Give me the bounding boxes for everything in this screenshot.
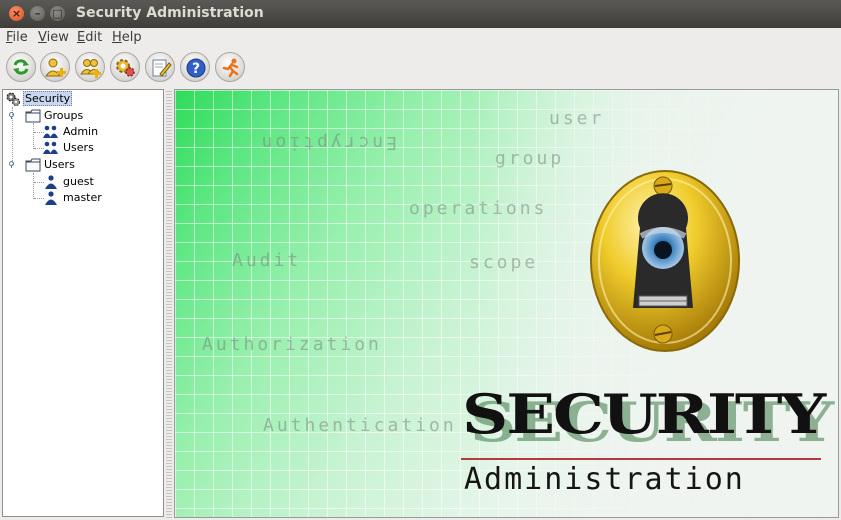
tree-label: guest (63, 175, 94, 188)
menu-help[interactable]: Help (112, 30, 142, 45)
banner-word: Encryption (258, 132, 397, 153)
banner-word: Authentication (263, 415, 457, 436)
collapse-toggle-icon[interactable] (8, 112, 15, 119)
tree-node-security[interactable]: Security (5, 91, 95, 107)
window-title: Security Administration (76, 5, 264, 21)
help-icon: ? (186, 58, 206, 78)
banner-word: Audit (232, 250, 302, 271)
tree-label: master (63, 191, 102, 204)
tree-label: Users (63, 141, 94, 154)
security-tree[interactable]: Security Groups Admin Users Users guest … (2, 89, 164, 517)
menu-mnemonic: H (112, 30, 122, 45)
close-button[interactable]: × (9, 6, 24, 21)
edit-properties-icon (152, 59, 172, 77)
menu-file[interactable]: File (6, 30, 28, 45)
tree-node-master[interactable]: master (42, 190, 122, 206)
banner-word: operations (409, 198, 548, 219)
help-button[interactable]: ? (180, 52, 210, 82)
security-banner: user Encryption group operations Audit s… (174, 89, 839, 518)
split-pane-divider[interactable] (166, 89, 172, 518)
tree-node-groups[interactable]: Groups (7, 108, 107, 124)
menu-mnemonic: E (77, 30, 86, 45)
refresh-icon (13, 59, 29, 75)
menu-edit[interactable]: Edit (77, 30, 102, 45)
tree-label: Security (23, 91, 73, 106)
user-icon (45, 175, 57, 189)
tree-label: Users (44, 158, 75, 171)
brand-subtitle: Administration (464, 462, 745, 497)
add-operation-button[interactable] (110, 52, 140, 82)
menu-bar: File View Edit Help (0, 28, 841, 50)
tree-node-guest[interactable]: guest (42, 174, 122, 190)
tree-node-users-group[interactable]: Users (42, 140, 122, 156)
brand-title: SECURITY (462, 383, 826, 447)
tree-node-admin[interactable]: Admin (42, 124, 122, 140)
exit-button[interactable] (215, 52, 245, 82)
tree-connector (33, 123, 34, 149)
collapse-toggle-icon[interactable] (8, 161, 15, 168)
svg-text:?: ? (192, 61, 200, 77)
group-icon (43, 141, 58, 154)
folder-icon (25, 109, 41, 123)
maximize-button[interactable]: □ (50, 6, 65, 21)
banner-word: user (549, 108, 605, 129)
add-operation-icon (116, 59, 135, 77)
brand-divider (461, 458, 821, 460)
toolbar: ? (0, 50, 841, 86)
app-window: × – □ Security Administration File View … (0, 0, 841, 520)
user-icon (45, 191, 57, 205)
tree-connector (33, 173, 34, 199)
title-bar: × – □ Security Administration (0, 0, 841, 28)
group-icon (43, 125, 58, 138)
folder-icon (25, 158, 41, 172)
tree-label: Groups (44, 109, 84, 122)
banner-word: Authorization (202, 334, 382, 355)
keyhole-emblem-icon (590, 170, 740, 352)
menu-mnemonic: F (6, 30, 13, 45)
menu-view[interactable]: View (38, 30, 69, 45)
banner-word: scope (469, 252, 539, 273)
refresh-button[interactable] (6, 52, 36, 82)
security-gears-icon (6, 92, 20, 106)
add-group-icon (80, 59, 101, 78)
edit-properties-button[interactable] (145, 52, 175, 82)
add-user-icon (45, 58, 66, 77)
add-group-button[interactable] (75, 52, 105, 82)
menu-mnemonic: V (38, 30, 47, 45)
banner-word: group (495, 148, 565, 169)
exit-icon (222, 58, 239, 78)
add-user-button[interactable] (40, 52, 70, 82)
tree-node-users[interactable]: Users (7, 157, 107, 173)
minimize-button[interactable]: – (30, 6, 45, 21)
tree-label: Admin (63, 125, 99, 138)
